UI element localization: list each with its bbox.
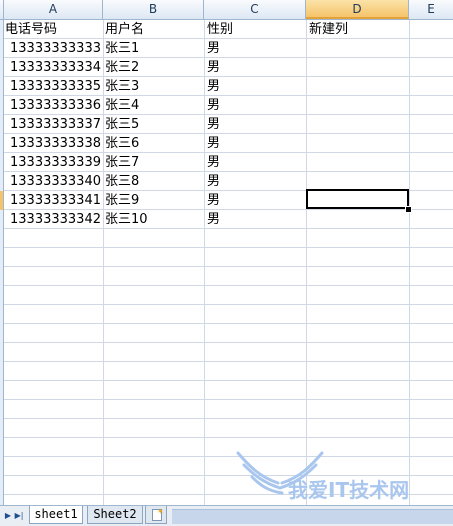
cell-phone[interactable]: 13333333340 [4,172,101,191]
cell-phone[interactable]: 13333333341 [4,191,101,210]
gridline-horizontal [4,399,453,400]
gridline-horizontal [4,456,453,457]
cell-phone[interactable]: 13333333334 [4,58,101,77]
gridline-horizontal [4,266,453,267]
cell-gender[interactable]: 男 [207,96,220,115]
column-header-a[interactable]: A [4,0,103,19]
cell-gender[interactable]: 男 [207,153,220,172]
gridline-horizontal [4,285,453,286]
gridline-horizontal [4,494,453,495]
cell-d1[interactable]: 新建列 [309,20,407,39]
cell-phone[interactable]: 13333333342 [4,210,101,229]
gridline-horizontal [4,361,453,362]
cell-b1[interactable]: 用户名 [105,20,203,39]
column-header-row: A B C D E [0,0,453,20]
cell-name[interactable]: 张三3 [105,77,139,96]
cell-name[interactable]: 张三8 [105,172,139,191]
tab-sheet2[interactable]: Sheet2 [87,506,143,524]
cell-gender[interactable]: 男 [207,210,220,229]
fill-handle[interactable] [405,206,412,213]
insert-sheet-button[interactable]: ✶ [145,506,167,524]
cell-gender[interactable]: 男 [207,77,220,96]
column-header-d[interactable]: D [306,0,409,19]
gridline-vertical [103,20,104,505]
active-row-indicator [0,191,3,210]
gridline-vertical [409,20,410,505]
tab-sheet1[interactable]: sheet1 [29,506,83,524]
gridline-vertical [204,20,205,505]
cell-gender[interactable]: 男 [207,58,220,77]
horizontal-scrollbar[interactable] [172,509,453,524]
cell-gender[interactable]: 男 [207,191,220,210]
gridline-horizontal [4,437,453,438]
cell-gender[interactable]: 男 [207,39,220,58]
cell-phone[interactable]: 13333333335 [4,77,101,96]
cell-phone[interactable]: 13333333333 [4,39,101,58]
cell-name[interactable]: 张三6 [105,134,139,153]
gridline-horizontal [4,475,453,476]
cell-name[interactable]: 张三9 [105,191,139,210]
cell-phone[interactable]: 13333333336 [4,96,101,115]
cell-name[interactable]: 张三1 [105,39,139,58]
gridline-vertical [306,20,307,505]
gridline-horizontal [4,418,453,419]
sheet-tab-bar: ▶ ▶| sheet1 Sheet2 ✶ [0,505,453,526]
gridline-horizontal [4,304,453,305]
cell-name[interactable]: 张三7 [105,153,139,172]
selected-cell-d10[interactable] [306,189,409,209]
cell-gender[interactable]: 男 [207,115,220,134]
cell-gender[interactable]: 男 [207,172,220,191]
cell-c1[interactable]: 性别 [207,20,305,39]
cell-phone[interactable]: 13333333337 [4,115,101,134]
gridline-horizontal [4,380,453,381]
column-header-c[interactable]: C [204,0,306,19]
cell-name[interactable]: 张三10 [105,210,148,229]
cell-name[interactable]: 张三4 [105,96,139,115]
cell-gender[interactable]: 男 [207,134,220,153]
gridline-horizontal [4,323,453,324]
cell-name[interactable]: 张三2 [105,58,139,77]
column-header-b[interactable]: B [103,0,204,19]
gridline-horizontal [4,342,453,343]
gridline-horizontal [4,247,453,248]
column-header-e[interactable]: E [409,0,453,19]
spreadsheet-grid[interactable]: A B C D E 电话号码 用户名 性别 新建列 13333333333 张三… [0,0,453,505]
cell-phone[interactable]: 13333333339 [4,153,101,172]
sparkle-icon: ✶ [157,507,164,516]
cell-phone[interactable]: 13333333338 [4,134,101,153]
cell-a1[interactable]: 电话号码 [5,20,102,39]
cell-name[interactable]: 张三5 [105,115,139,134]
last-sheet-icon[interactable]: ▶| [13,509,25,522]
